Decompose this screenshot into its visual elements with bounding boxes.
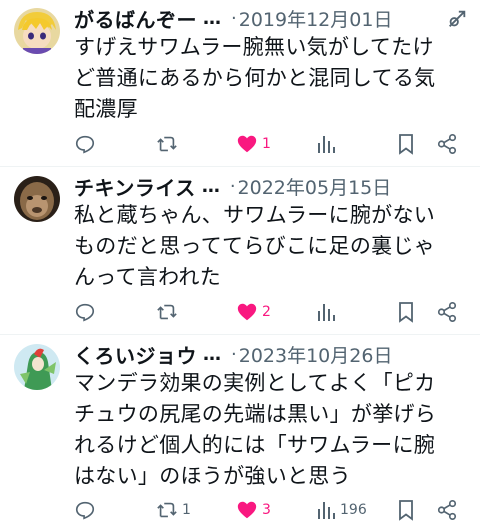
- tweet-text-line: 私と蔵ちゃん、サワムラーに腕がない: [74, 203, 436, 227]
- tweet-text-line: ど普通にあるから何かと混同してる気: [74, 66, 436, 90]
- action-bar: 2: [74, 298, 474, 326]
- divider: [0, 166, 480, 167]
- reply-icon: [75, 303, 95, 322]
- author-name[interactable]: チキンライス: [74, 172, 196, 201]
- name-truncation: …: [203, 343, 221, 365]
- like-count: 2: [262, 304, 271, 320]
- heart-icon: [237, 135, 257, 153]
- heart-icon: [237, 303, 257, 321]
- share-button[interactable]: [436, 496, 458, 524]
- bar-chart-icon: [318, 304, 335, 321]
- bar-chart-icon: [318, 502, 335, 519]
- tweet-card[interactable]: がるばんぞー … · 2019年12月01日 すげえサワムラー腕無い気がしてたけ…: [0, 0, 480, 165]
- bookmark-icon: [399, 500, 413, 521]
- retweet-count: 1: [182, 502, 191, 518]
- action-bar: 1: [74, 130, 474, 158]
- bookmark-button[interactable]: [396, 130, 416, 158]
- author-name[interactable]: くろいジョウ: [74, 340, 197, 369]
- action-bar: 1 3 196: [74, 496, 474, 524]
- tweet-header: チキンライス … · 2022年05月15日: [74, 172, 470, 200]
- reply-icon: [75, 135, 95, 154]
- tweet-card[interactable]: くろいジョウ … · 2023年10月26日 マンデラ効果の実例としてよく「ピカ…: [0, 336, 480, 526]
- retweet-button[interactable]: [156, 130, 182, 158]
- tweet-text-line: チュウの尻尾の先端は黒い」が挙げら: [74, 402, 437, 426]
- reply-icon: [75, 501, 95, 520]
- tweet-text-line: ものだと思っててらびこに足の裏じゃ: [74, 234, 436, 258]
- view-count: 196: [340, 502, 367, 518]
- grok-icon[interactable]: [446, 8, 468, 30]
- tweet-text-line: はない」のほうが強いと思う: [74, 464, 351, 488]
- name-truncation: …: [201, 175, 220, 197]
- tweet-text: マンデラ効果の実例としてよく「ピカ チュウの尻尾の先端は黒い」が挙げら れるけど…: [74, 368, 474, 492]
- share-icon: [437, 134, 457, 154]
- blonde-anime-avatar-icon: [14, 8, 60, 54]
- bookmark-icon: [399, 134, 413, 155]
- tweet-text-line: れるけど個人的には「サワムラーに腕: [74, 433, 436, 457]
- share-button[interactable]: [436, 130, 458, 158]
- divider: [0, 334, 480, 335]
- tweet-text: すげえサワムラー腕無い気がしてたけ ど普通にあるから何かと混同してる気 配濃厚: [74, 32, 474, 125]
- like-button[interactable]: 2: [236, 298, 271, 326]
- tweet-text-line: 配濃厚: [74, 97, 138, 121]
- views-button[interactable]: [316, 130, 340, 158]
- bar-chart-icon: [318, 136, 335, 153]
- tweet-text-line: すげえサワムラー腕無い気がしてたけ: [74, 35, 434, 59]
- tweet-text-line: んって言われた: [74, 265, 221, 289]
- views-button[interactable]: 196: [316, 496, 367, 524]
- tweet-header: がるばんぞー … · 2019年12月01日: [74, 4, 470, 32]
- retweet-button[interactable]: 1: [156, 496, 191, 524]
- tweet-header: くろいジョウ … · 2023年10月26日: [74, 340, 470, 368]
- avatar[interactable]: [14, 176, 60, 222]
- share-icon: [437, 500, 457, 520]
- reply-button[interactable]: [74, 298, 96, 326]
- timeline-feed: がるばんぞー … · 2019年12月01日 すげえサワムラー腕無い気がしてたけ…: [0, 0, 480, 526]
- retweet-icon: [157, 304, 177, 320]
- like-count: 3: [262, 502, 271, 518]
- avatar[interactable]: [14, 344, 60, 390]
- green-character-avatar-icon: [14, 344, 60, 390]
- tweet-date[interactable]: 2019年12月01日: [239, 5, 393, 32]
- tweet-text: 私と蔵ちゃん、サワムラーに腕がない ものだと思っててらびこに足の裏じゃ んって言…: [74, 200, 474, 293]
- views-button[interactable]: [316, 298, 340, 326]
- share-button[interactable]: [436, 298, 458, 326]
- retweet-icon: [157, 136, 177, 152]
- bookmark-button[interactable]: [396, 298, 416, 326]
- separator: ·: [229, 175, 236, 197]
- avatar[interactable]: [14, 8, 60, 54]
- retweet-icon: [157, 502, 177, 518]
- tweet-text-line: マンデラ効果の実例としてよく「ピカ: [74, 371, 436, 395]
- share-icon: [437, 302, 457, 322]
- like-button[interactable]: 1: [236, 130, 271, 158]
- like-button[interactable]: 3: [236, 496, 271, 524]
- like-count: 1: [262, 136, 271, 152]
- reply-button[interactable]: [74, 496, 96, 524]
- tweet-card[interactable]: チキンライス … · 2022年05月15日 私と蔵ちゃん、サワムラーに腕がない…: [0, 168, 480, 333]
- retweet-button[interactable]: [156, 298, 182, 326]
- bookmark-icon: [399, 302, 413, 323]
- heart-icon: [237, 501, 257, 519]
- primate-photo-avatar-icon: [14, 176, 60, 222]
- tweet-date[interactable]: 2022年05月15日: [238, 173, 392, 200]
- name-truncation: …: [203, 7, 221, 29]
- reply-button[interactable]: [74, 130, 96, 158]
- separator: ·: [231, 343, 237, 365]
- author-name[interactable]: がるばんぞー: [74, 4, 197, 33]
- bookmark-button[interactable]: [396, 496, 416, 524]
- separator: ·: [231, 7, 237, 29]
- tweet-date[interactable]: 2023年10月26日: [239, 341, 393, 368]
